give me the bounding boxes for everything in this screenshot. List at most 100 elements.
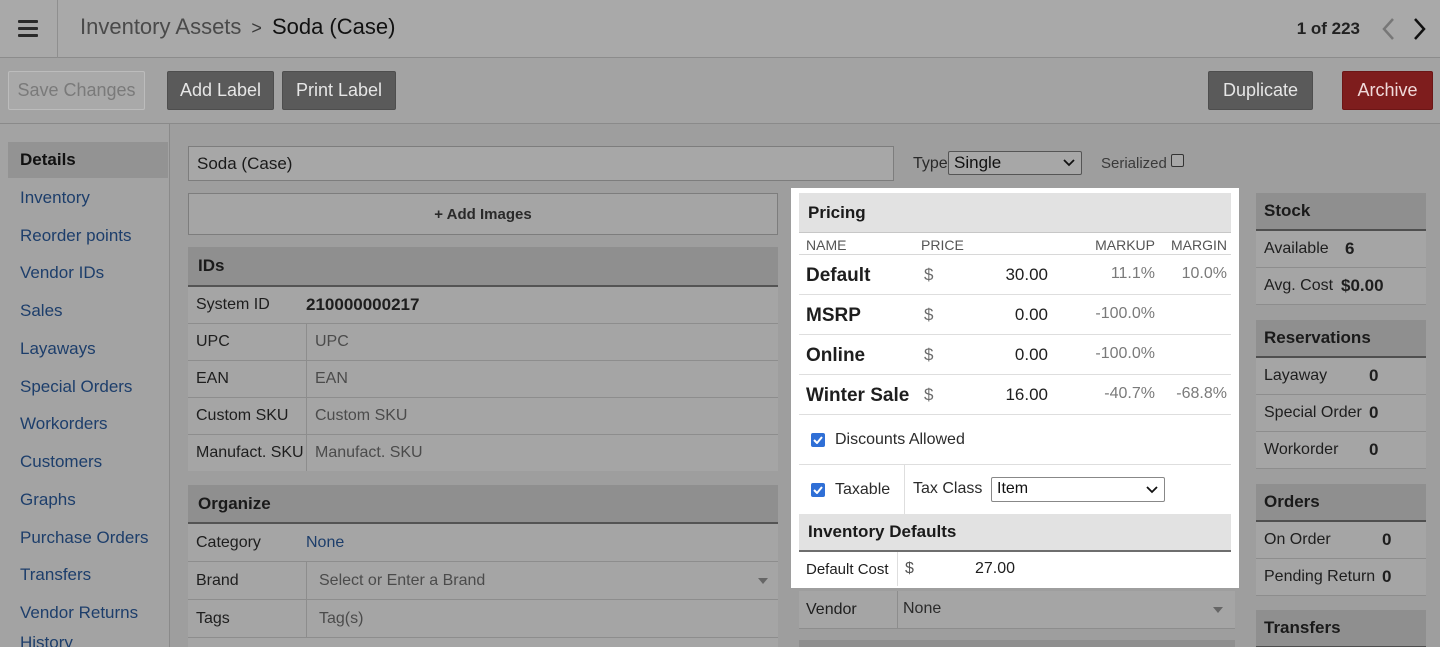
- item-name-input[interactable]: Soda (Case): [188, 146, 894, 181]
- archive-button[interactable]: Archive: [1342, 71, 1433, 110]
- previous-record-button[interactable]: [1376, 14, 1400, 44]
- sidebar-item-details[interactable]: Details: [8, 142, 168, 178]
- record-pager: 1 of 223: [1297, 0, 1440, 58]
- sidebar-item-purchase-orders[interactable]: Purchase Orders: [8, 520, 168, 556]
- upc-label: UPC: [196, 333, 230, 350]
- ean-input[interactable]: EAN: [306, 361, 778, 397]
- price-input[interactable]: 16.00: [1005, 385, 1048, 405]
- sidebar-item-workorders[interactable]: Workorders: [8, 406, 168, 442]
- workorder-label: Workorder: [1264, 441, 1339, 458]
- workorder-row: Workorder 0: [1256, 432, 1426, 469]
- sidebar-item-layaways[interactable]: Layaways: [8, 331, 168, 367]
- col-name-header: NAME: [806, 237, 847, 253]
- type-select[interactable]: Single: [948, 151, 1082, 175]
- custom-sku-label: Custom SKU: [196, 407, 289, 424]
- pending-return-label: Pending Return: [1264, 568, 1376, 585]
- add-images-button[interactable]: + Add Images: [188, 193, 778, 235]
- on-order-label: On Order: [1264, 531, 1331, 548]
- currency-symbol: $: [924, 385, 934, 404]
- next-panel-edge: [799, 640, 1235, 647]
- sidebar-item-inventory[interactable]: Inventory: [8, 180, 168, 216]
- col-price-header: PRICE: [921, 237, 964, 253]
- price-row-default: Default $ 30.00 11.1% 10.0%: [799, 255, 1231, 295]
- sidebar-item-graphs[interactable]: Graphs: [8, 482, 168, 518]
- avg-cost-value: $0.00: [1341, 276, 1384, 295]
- avg-cost-row: Avg. Cost $0.00: [1256, 268, 1426, 305]
- breadcrumb: Inventory Assets > Soda (Case): [80, 14, 395, 40]
- vendor-select[interactable]: None: [903, 600, 1229, 622]
- transfers-card: Transfers: [1256, 610, 1426, 647]
- brand-select[interactable]: Select or Enter a Brand: [306, 562, 778, 599]
- system-id-value: 210000000217: [306, 295, 420, 314]
- taxable-checkbox[interactable]: [811, 482, 825, 497]
- type-select-value: Single: [954, 153, 1002, 172]
- default-cost-input[interactable]: 27.00: [975, 560, 1015, 578]
- col-markup-header: MARKUP: [1095, 237, 1155, 253]
- stock-title: Stock: [1256, 193, 1426, 231]
- currency-symbol: $: [924, 305, 934, 324]
- brand-row: Brand Select or Enter a Brand: [188, 562, 778, 600]
- sidebar-nav: Details Inventory Reorder points Vendor …: [0, 124, 170, 647]
- sidebar-item-history[interactable]: History: [8, 633, 168, 647]
- sidebar-item-special-orders[interactable]: Special Orders: [8, 369, 168, 405]
- reservations-card: Reservations Layaway 0 Special Order 0 W…: [1256, 320, 1426, 469]
- layaway-value: 0: [1369, 366, 1379, 385]
- sidebar-item-customers[interactable]: Customers: [8, 444, 168, 480]
- price-row-online: Online $ 0.00 -100.0%: [799, 335, 1231, 375]
- custom-sku-input[interactable]: Custom SKU: [306, 398, 778, 434]
- serialized-checkbox[interactable]: [1171, 154, 1184, 167]
- sidebar-item-vendor-returns[interactable]: Vendor Returns: [8, 595, 168, 631]
- breadcrumb-parent-link[interactable]: Inventory Assets: [80, 14, 241, 39]
- ean-label: EAN: [196, 370, 229, 387]
- taxable-label: Taxable: [835, 480, 891, 498]
- action-toolbar: Save Changes Add Label Print Label Dupli…: [0, 58, 1440, 124]
- brand-label: Brand: [196, 571, 239, 589]
- price-input[interactable]: 0.00: [1015, 345, 1048, 365]
- price-input[interactable]: 30.00: [1005, 265, 1048, 285]
- duplicate-button[interactable]: Duplicate: [1208, 71, 1313, 110]
- price-margin: 10.0%: [1181, 265, 1227, 282]
- add-images-label: + Add Images: [434, 205, 532, 223]
- tax-class-label: Tax Class: [913, 480, 983, 497]
- add-label-button[interactable]: Add Label: [167, 71, 274, 110]
- price-name: Winter Sale: [806, 385, 910, 406]
- price-markup: -100.0%: [1095, 345, 1155, 362]
- print-label-button[interactable]: Print Label: [282, 71, 396, 110]
- transfers-title: Transfers: [1256, 610, 1426, 647]
- category-label: Category: [196, 533, 261, 551]
- upc-input[interactable]: UPC: [306, 324, 778, 360]
- ids-panel: IDs System ID 210000000217 UPC UPC EAN E…: [188, 247, 778, 471]
- tax-divider: [904, 465, 905, 514]
- tags-label: Tags: [196, 609, 230, 627]
- on-order-value: 0: [1382, 530, 1392, 549]
- category-link[interactable]: None: [306, 534, 344, 552]
- category-row: Category None: [188, 524, 778, 562]
- sidebar-item-reorder-points[interactable]: Reorder points: [8, 218, 168, 254]
- pricing-column-headers: NAME PRICE MARKUP MARGIN: [799, 233, 1231, 255]
- default-cost-divider: [897, 552, 898, 586]
- sidebar-item-transfers[interactable]: Transfers: [8, 557, 168, 593]
- price-markup: -40.7%: [1104, 385, 1155, 402]
- page-title: Soda (Case): [271, 14, 396, 39]
- checkmark-icon: [813, 485, 823, 494]
- serialized-label: Serialized: [1101, 155, 1167, 172]
- price-margin: -68.8%: [1176, 385, 1227, 402]
- sidebar-item-sales[interactable]: Sales: [8, 293, 168, 329]
- special-order-value: 0: [1369, 403, 1379, 422]
- tax-class-select[interactable]: Item: [991, 477, 1165, 502]
- hamburger-menu-button[interactable]: [0, 0, 58, 58]
- discounts-row: Discounts Allowed: [799, 415, 1231, 465]
- discounts-allowed-checkbox[interactable]: [811, 432, 825, 447]
- save-changes-button[interactable]: Save Changes: [8, 71, 145, 110]
- top-bar: Inventory Assets > Soda (Case) 1 of 223: [0, 0, 1440, 58]
- layaway-label: Layaway: [1264, 367, 1328, 384]
- manufact-sku-input[interactable]: Manufact. SKU: [306, 435, 778, 471]
- price-input[interactable]: 0.00: [1015, 305, 1048, 325]
- manufact-sku-label: Manufact. SKU: [196, 444, 304, 461]
- tags-input[interactable]: Tag(s): [306, 600, 778, 637]
- available-label: Available: [1264, 240, 1329, 257]
- inventory-defaults-title: Inventory Defaults: [799, 514, 1231, 552]
- vendor-divider: [897, 591, 898, 629]
- next-record-button[interactable]: [1408, 14, 1432, 44]
- sidebar-item-vendor-ids[interactable]: Vendor IDs: [8, 255, 168, 291]
